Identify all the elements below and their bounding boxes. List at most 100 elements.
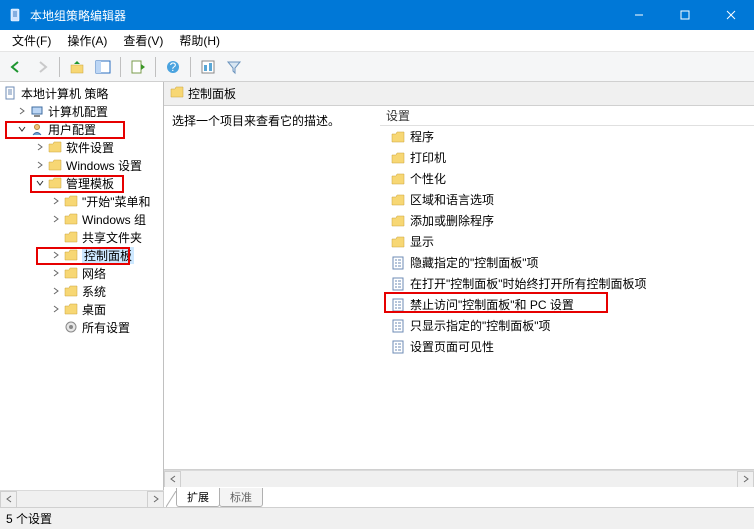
list-item[interactable]: 添加或删除程序 xyxy=(380,210,754,231)
list-item[interactable]: 禁止访问"控制面板"和 PC 设置 xyxy=(380,294,754,315)
tree-label: 计算机配置 xyxy=(48,103,108,120)
tree-system[interactable]: 系统 xyxy=(0,282,163,300)
chevron-down-icon[interactable] xyxy=(16,123,28,135)
policy-setting-icon xyxy=(390,276,406,292)
folder-icon xyxy=(63,247,79,263)
export-button[interactable] xyxy=(126,55,150,79)
options-button[interactable] xyxy=(196,55,220,79)
settings-list[interactable]: 设置 程序打印机个性化区域和语言选项添加或删除程序显示隐藏指定的"控制面板"项在… xyxy=(380,106,754,469)
tree-label: 软件设置 xyxy=(66,139,114,156)
tree-network[interactable]: 网络 xyxy=(0,264,163,282)
policy-icon xyxy=(2,85,18,101)
window-controls xyxy=(616,0,754,30)
tab-extended[interactable]: 扩展 xyxy=(176,488,220,507)
chevron-right-icon[interactable] xyxy=(50,213,62,225)
list-item-label: 打印机 xyxy=(410,149,446,166)
show-hide-tree-button[interactable] xyxy=(91,55,115,79)
tree-control-panel[interactable]: 控制面板 xyxy=(0,246,163,264)
chevron-right-icon[interactable] xyxy=(50,195,62,207)
tree-software-settings[interactable]: 软件设置 xyxy=(0,138,163,156)
tree-label: 控制面板 xyxy=(82,247,134,264)
content-header: 控制面板 xyxy=(164,82,754,106)
filter-button[interactable] xyxy=(222,55,246,79)
tree-admin-templates[interactable]: 管理模板 xyxy=(0,174,163,192)
tree-desktop[interactable]: 桌面 xyxy=(0,300,163,318)
menu-file[interactable]: 文件(F) xyxy=(4,30,59,51)
list-item[interactable]: 只显示指定的"控制面板"项 xyxy=(380,315,754,336)
tree-windows-settings[interactable]: Windows 设置 xyxy=(0,156,163,174)
tree-panel[interactable]: 本地计算机 策略 计算机配置 用户配置 软件设置 Windows 设置 xyxy=(0,82,164,507)
tree-label: 管理模板 xyxy=(66,175,114,192)
toolbar-separator xyxy=(120,57,121,77)
menu-action[interactable]: 操作(A) xyxy=(59,30,115,51)
folder-icon xyxy=(63,193,79,209)
folder-icon xyxy=(390,171,406,187)
list-item[interactable]: 个性化 xyxy=(380,168,754,189)
tree-horizontal-scrollbar[interactable] xyxy=(0,490,164,507)
back-button[interactable] xyxy=(4,55,28,79)
scroll-right-button[interactable] xyxy=(737,471,754,488)
chevron-right-icon[interactable] xyxy=(50,267,62,279)
list-item-label: 区域和语言选项 xyxy=(410,191,494,208)
list-item[interactable]: 设置页面可见性 xyxy=(380,336,754,357)
app-icon xyxy=(8,7,24,23)
tree-start-menu[interactable]: "开始"菜单和 xyxy=(0,192,163,210)
menu-help[interactable]: 帮助(H) xyxy=(171,30,228,51)
tree-label: 系统 xyxy=(82,283,106,300)
chevron-right-icon[interactable] xyxy=(50,303,62,315)
content-title: 控制面板 xyxy=(188,85,236,102)
toolbar-separator xyxy=(59,57,60,77)
folder-icon xyxy=(390,213,406,229)
svg-text:?: ? xyxy=(170,60,177,74)
toolbar: ? xyxy=(0,52,754,82)
chevron-down-icon[interactable] xyxy=(34,177,46,189)
tree: 本地计算机 策略 计算机配置 用户配置 软件设置 Windows 设置 xyxy=(0,84,163,336)
status-bar: 5 个设置 xyxy=(0,507,754,529)
list-item-label: 程序 xyxy=(410,128,434,145)
tree-computer-config[interactable]: 计算机配置 xyxy=(0,102,163,120)
chevron-right-icon[interactable] xyxy=(34,141,46,153)
column-header-settings[interactable]: 设置 xyxy=(380,106,754,126)
tree-user-config[interactable]: 用户配置 xyxy=(0,120,163,138)
folder-icon xyxy=(63,265,79,281)
scroll-left-button[interactable] xyxy=(0,491,17,508)
chevron-right-icon[interactable] xyxy=(50,285,62,297)
menu-view[interactable]: 查看(V) xyxy=(115,30,171,51)
content-body: 选择一个项目来查看它的描述。 设置 程序打印机个性化区域和语言选项添加或删除程序… xyxy=(164,106,754,470)
scroll-left-button[interactable] xyxy=(164,471,181,488)
list-item-label: 显示 xyxy=(410,233,434,250)
folder-icon xyxy=(47,157,63,173)
list-item[interactable]: 程序 xyxy=(380,126,754,147)
up-button[interactable] xyxy=(65,55,89,79)
tree-label: 所有设置 xyxy=(82,319,130,336)
list-item[interactable]: 隐藏指定的"控制面板"项 xyxy=(380,252,754,273)
minimize-button[interactable] xyxy=(616,0,662,30)
chevron-right-icon[interactable] xyxy=(50,249,62,261)
list-item[interactable]: 在打开"控制面板"时始终打开所有控制面板项 xyxy=(380,273,754,294)
settings-icon xyxy=(63,319,79,335)
forward-button[interactable] xyxy=(30,55,54,79)
tree-shared-folders[interactable]: 共享文件夹 xyxy=(0,228,163,246)
tree-label: Windows 组 xyxy=(82,211,146,228)
tree-root[interactable]: 本地计算机 策略 xyxy=(0,84,163,102)
scroll-right-button[interactable] xyxy=(147,491,164,508)
tree-all-settings[interactable]: 所有设置 xyxy=(0,318,163,336)
tree-windows-components[interactable]: Windows 组 xyxy=(0,210,163,228)
chevron-right-icon[interactable] xyxy=(16,105,28,117)
description-hint: 选择一个项目来查看它的描述。 xyxy=(172,114,340,128)
close-button[interactable] xyxy=(708,0,754,30)
help-button[interactable]: ? xyxy=(161,55,185,79)
list-item[interactable]: 显示 xyxy=(380,231,754,252)
list-item[interactable]: 区域和语言选项 xyxy=(380,189,754,210)
horizontal-scrollbar[interactable] xyxy=(164,470,754,487)
tab-standard[interactable]: 标准 xyxy=(219,488,263,507)
list-item-label: 禁止访问"控制面板"和 PC 设置 xyxy=(410,296,574,313)
chevron-right-icon[interactable] xyxy=(34,159,46,171)
folder-icon xyxy=(47,139,63,155)
folder-icon xyxy=(170,86,184,101)
window-title: 本地组策略编辑器 xyxy=(30,7,616,24)
maximize-button[interactable] xyxy=(662,0,708,30)
folder-icon xyxy=(63,301,79,317)
tree-label: 用户配置 xyxy=(48,121,96,138)
list-item[interactable]: 打印机 xyxy=(380,147,754,168)
